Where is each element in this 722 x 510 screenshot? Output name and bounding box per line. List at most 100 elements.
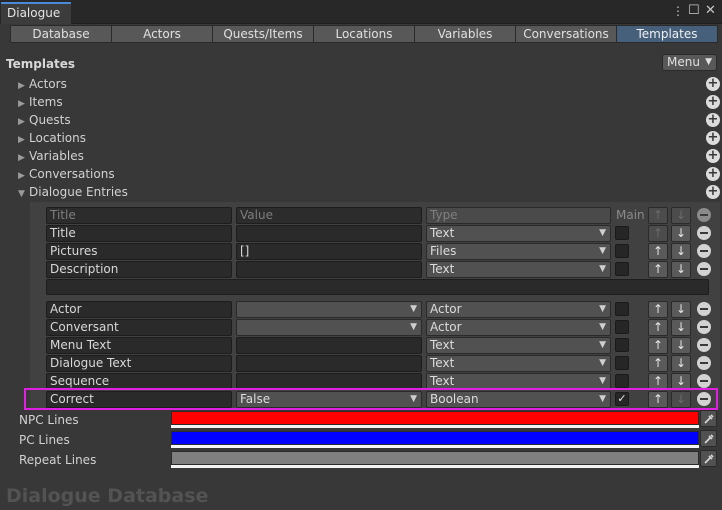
add-variables-template-button[interactable]: +	[706, 149, 720, 163]
field-type-select[interactable]: Text ▼	[426, 355, 611, 372]
field-title-input[interactable]: Actor	[46, 301, 232, 318]
move-down-button[interactable]: ↓	[671, 225, 691, 242]
tab-conversations[interactable]: Conversations	[515, 25, 617, 43]
field-title-input[interactable]: Title	[46, 225, 232, 242]
header-title: Title	[46, 207, 232, 224]
field-title-input[interactable]: Dialogue Text	[46, 355, 232, 372]
field-type-select[interactable]: Text ▼	[426, 225, 611, 242]
main-checkbox[interactable]	[615, 262, 629, 276]
field-value-select[interactable]: ▼	[236, 301, 422, 318]
remove-field-icon[interactable]	[697, 374, 711, 388]
tab-actors[interactable]: Actors	[111, 25, 213, 43]
foldout-label: Conversations	[29, 167, 115, 181]
main-checkbox[interactable]	[615, 338, 629, 352]
move-down-button[interactable]: ↓	[671, 355, 691, 372]
move-down-button[interactable]: ↓	[671, 337, 691, 354]
header-type: Type	[426, 207, 611, 224]
chevron-down-icon: ▼	[599, 376, 606, 386]
eyedropper-icon[interactable]	[700, 410, 717, 427]
field-type-select[interactable]: Text ▼	[426, 337, 611, 354]
field-title-input[interactable]: Description	[46, 261, 232, 278]
move-down-button: ↓	[671, 207, 691, 224]
main-checkbox[interactable]	[615, 226, 629, 240]
main-checkbox[interactable]	[615, 320, 629, 334]
add-quests-template-button[interactable]: +	[706, 113, 720, 127]
field-title-input[interactable]: Conversant	[46, 319, 232, 336]
field-title-input[interactable]: Menu Text	[46, 337, 232, 354]
chevron-down-icon: ▼	[599, 304, 606, 314]
field-value-select[interactable]: ▼	[236, 319, 422, 336]
chevron-down-icon: ▼	[18, 189, 25, 199]
move-up-button[interactable]: ↑	[648, 301, 668, 318]
chevron-down-icon: ▼	[599, 228, 606, 238]
maximize-icon[interactable]: ☐	[688, 4, 700, 18]
add-conversations-template-button[interactable]: +	[706, 167, 720, 181]
remove-field-icon[interactable]	[697, 302, 711, 316]
remove-field-icon[interactable]	[697, 244, 711, 258]
foldout-conversations[interactable]: ▶ Conversations	[18, 165, 115, 183]
window-tab[interactable]: Dialogue	[1, 2, 71, 24]
foldout-actors[interactable]: ▶ Actors	[18, 75, 67, 93]
remove-field-icon[interactable]	[697, 356, 711, 370]
move-down-button[interactable]: ↓	[671, 261, 691, 278]
tab-database[interactable]: Database	[10, 25, 112, 43]
main-checkbox[interactable]	[615, 244, 629, 258]
main-checkbox[interactable]	[615, 302, 629, 316]
move-down-button[interactable]: ↓	[671, 319, 691, 336]
field-value-input[interactable]	[236, 261, 422, 278]
window-title: Dialogue	[7, 6, 61, 20]
foldout-label: Actors	[29, 77, 67, 91]
field-value-input[interactable]: []	[236, 243, 422, 260]
move-up-button[interactable]: ↑	[648, 319, 668, 336]
field-value-input[interactable]	[236, 355, 422, 372]
move-up-button[interactable]: ↑	[648, 355, 668, 372]
window-titlebar: Dialogue ⋮ ☐ ✕	[0, 0, 722, 24]
field-title-input[interactable]: Pictures	[46, 243, 232, 260]
foldout-label: Dialogue Entries	[29, 185, 128, 199]
move-up-button[interactable]: ↑	[648, 261, 668, 278]
move-down-button[interactable]: ↓	[671, 243, 691, 260]
npc-lines-color-field[interactable]	[171, 411, 699, 425]
foldout-dialogue-entries[interactable]: ▼ Dialogue Entries	[18, 183, 128, 201]
add-locations-template-button[interactable]: +	[706, 131, 720, 145]
add-actors-template-button[interactable]: +	[706, 77, 720, 91]
move-up-button[interactable]: ↑	[648, 243, 668, 260]
close-icon[interactable]: ✕	[705, 4, 716, 18]
field-value-input[interactable]	[236, 225, 422, 242]
field-type-select[interactable]: Actor ▼	[426, 301, 611, 318]
main-checkbox[interactable]	[615, 356, 629, 370]
remove-field-icon[interactable]	[697, 226, 711, 240]
field-type-select[interactable]: Text ▼	[426, 261, 611, 278]
remove-field-icon[interactable]	[697, 338, 711, 352]
move-up-button[interactable]: ↑	[648, 337, 668, 354]
eyedropper-icon[interactable]	[700, 430, 717, 447]
footer-database-title: Dialogue Database	[6, 485, 209, 507]
foldout-locations[interactable]: ▶ Locations	[18, 129, 86, 147]
foldout-items[interactable]: ▶ Items	[18, 93, 63, 111]
pc-lines-alpha-bar	[171, 445, 699, 448]
more-options-icon[interactable]: ⋮	[672, 4, 684, 18]
move-down-button[interactable]: ↓	[671, 301, 691, 318]
add-dialogue-entries-template-button[interactable]: +	[706, 185, 720, 199]
description-textarea[interactable]	[46, 279, 709, 295]
eyedropper-icon[interactable]	[700, 450, 717, 467]
menu-button[interactable]: Menu ▼	[662, 54, 717, 71]
pc-lines-color-field[interactable]	[171, 431, 699, 445]
tab-templates[interactable]: Templates	[616, 25, 718, 43]
field-type-select[interactable]: Files ▼	[426, 243, 611, 260]
main-checkbox[interactable]	[615, 374, 629, 388]
foldout-label: Quests	[29, 113, 71, 127]
tab-quests-items[interactable]: Quests/Items	[212, 25, 314, 43]
move-up-button: ↑	[648, 207, 668, 224]
foldout-quests[interactable]: ▶ Quests	[18, 111, 71, 129]
remove-field-icon[interactable]	[697, 320, 711, 334]
field-type-select[interactable]: Actor ▼	[426, 319, 611, 336]
tab-variables[interactable]: Variables	[414, 25, 516, 43]
repeat-lines-color-field[interactable]	[171, 451, 699, 465]
tab-locations[interactable]: Locations	[313, 25, 415, 43]
add-items-template-button[interactable]: +	[706, 95, 720, 109]
move-up-button: ↑	[648, 225, 668, 242]
remove-field-icon[interactable]	[697, 262, 711, 276]
field-value-input[interactable]	[236, 337, 422, 354]
foldout-variables[interactable]: ▶ Variables	[18, 147, 84, 165]
